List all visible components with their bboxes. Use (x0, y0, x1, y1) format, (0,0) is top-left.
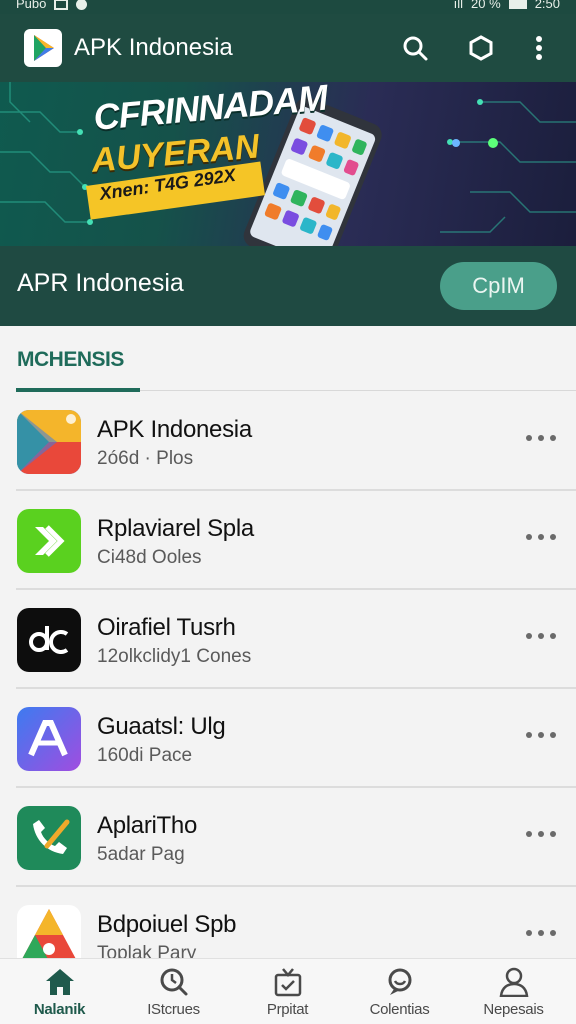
notification-icon (54, 0, 69, 10)
more-horizontal-icon[interactable] (526, 927, 556, 939)
nav-label: IStcrues (147, 1001, 200, 1018)
status-carrier: Pubo (16, 0, 47, 11)
nav-label: Nalanik (33, 1001, 86, 1018)
status-time: 2:50 (534, 0, 560, 11)
search-icon[interactable] (399, 32, 431, 64)
clock-search-icon (157, 967, 191, 997)
nav-profile[interactable]: Nepesais (456, 959, 571, 1024)
play-store-icon (17, 410, 81, 474)
battery-percent: 20 % (471, 0, 501, 11)
battery-icon (508, 0, 527, 9)
nav-label: Prpitat (266, 1001, 309, 1018)
signal-icon: ıll (453, 0, 464, 11)
list-item[interactable]: Bdpoiuel Spb Toplak Pary (0, 887, 576, 958)
app-name: Bdpoiuel Spb (97, 911, 237, 938)
bottom-navigation: Nalanik IStcrues Prpitat Colentias Nepes… (0, 958, 576, 1024)
more-horizontal-icon[interactable] (526, 531, 556, 543)
open-button[interactable]: CpIM (440, 262, 557, 310)
app-meta: Ci48d Ooles (97, 547, 202, 568)
nav-label: Colentias (369, 1001, 430, 1018)
person-icon (497, 967, 531, 997)
app-bar: APK Indonesia (0, 14, 576, 82)
a-letter-icon (17, 707, 81, 771)
more-vertical-icon[interactable] (523, 32, 555, 64)
app-meta: 160di Pace (97, 745, 193, 766)
app-title: APK Indonesia (74, 34, 233, 61)
nav-media[interactable]: Prpitat (230, 959, 345, 1024)
nav-history[interactable]: IStcrues (116, 959, 231, 1024)
app-meta: Toplak Pary (97, 943, 197, 958)
forward-arrow-icon (17, 509, 81, 573)
featured-title: APR Indonesia (17, 269, 184, 297)
list-item[interactable]: APK Indonesia 2ó6d · Plos (0, 392, 576, 491)
app-screen: Pubo ıll 20 % 2:50 APK Indonesia CFRINNA… (0, 0, 576, 1024)
list-item[interactable]: Rplaviarel Spla Ci48d Ooles (0, 491, 576, 590)
featured-strip: APR Indonesia CpIM (0, 246, 576, 326)
app-status-icon (76, 0, 88, 10)
triangle-logo-icon (17, 905, 81, 958)
status-bar: Pubo ıll 20 % 2:50 (0, 0, 576, 14)
phone-leaf-icon (17, 806, 81, 870)
nav-messages[interactable]: Colentias (342, 959, 457, 1024)
home-icon (43, 967, 77, 997)
section-title[interactable]: MCHENSIS (17, 348, 124, 372)
list-item[interactable]: Oirafiel Tusrh 12olkclidy1 Cones (0, 590, 576, 689)
app-name: AplariTho (97, 812, 198, 839)
app-name: Oirafiel Tusrh (97, 614, 236, 641)
chat-search-icon (383, 967, 417, 997)
app-name: Guaatsl: Ulg (97, 713, 226, 740)
more-horizontal-icon[interactable] (526, 630, 556, 642)
list-item[interactable]: AplariTho 5adar Pag (0, 788, 576, 887)
nav-home[interactable]: Nalanik (2, 959, 117, 1024)
dc-logo-icon (17, 608, 81, 672)
more-horizontal-icon[interactable] (526, 432, 556, 444)
more-horizontal-icon[interactable] (526, 828, 556, 840)
list-item[interactable]: Guaatsl: Ulg 160di Pace (0, 689, 576, 788)
more-horizontal-icon[interactable] (526, 729, 556, 741)
app-meta: 12olkclidy1 Cones (97, 646, 252, 667)
app-list: APK Indonesia 2ó6d · Plos Rplaviarel Spl… (0, 392, 576, 958)
section-divider (140, 390, 576, 391)
app-meta: 5adar Pag (97, 844, 185, 865)
play-logo-icon[interactable] (24, 29, 62, 67)
tv-box-icon (271, 967, 305, 997)
app-name: Rplaviarel Spla (97, 515, 254, 542)
hexagon-icon[interactable] (465, 32, 497, 64)
app-name: APK Indonesia (97, 416, 252, 443)
nav-label: Nepesais (483, 1001, 544, 1018)
app-meta: 2ó6d · Plos (97, 448, 194, 469)
